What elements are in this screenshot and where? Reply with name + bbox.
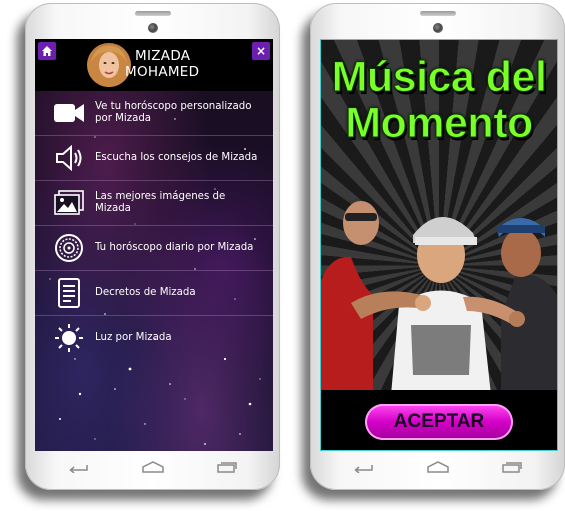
ad-bottom-bar: ACEPTAR: [321, 390, 557, 450]
menu-item-label: Las mejores imágenes de Mizada: [95, 191, 226, 214]
recents-icon: [217, 462, 237, 473]
back-button[interactable]: [65, 459, 91, 475]
sun-icon: [47, 316, 91, 360]
menu-item-label: Tu horóscopo diario por Mizada: [95, 242, 254, 253]
home-nav-button[interactable]: [140, 459, 166, 475]
document-icon: [47, 271, 91, 315]
artist-photo: [321, 198, 557, 395]
speaker-grille: [419, 11, 456, 16]
back-icon: [69, 465, 88, 473]
menu-item-audio-advice[interactable]: Escucha los consejos de Mizada: [35, 136, 273, 181]
menu-item-light[interactable]: Luz por Mizada: [35, 316, 273, 360]
home-outline-icon: [141, 461, 164, 473]
zodiac-wheel-icon: [47, 226, 91, 270]
brand-line-2: MOHAMED: [125, 64, 200, 80]
speaker-icon: [47, 136, 91, 180]
images-icon: [47, 181, 91, 225]
back-icon: [354, 465, 373, 473]
menu-item-label: Escucha los consejos de Mizada: [95, 152, 258, 163]
ad-title-line-1: Música del: [331, 53, 547, 101]
home-button[interactable]: [38, 42, 56, 60]
home-nav-button[interactable]: [425, 459, 451, 475]
app-header: MIZADA MOHAMED ×: [35, 39, 273, 91]
app-screen-left: MIZADA MOHAMED × Ve tu horóscopo persona…: [35, 39, 273, 451]
menu-item-decrees[interactable]: Decretos de Mizada: [35, 271, 273, 316]
home-icon: [42, 46, 52, 56]
accept-button[interactable]: ACEPTAR: [365, 404, 513, 440]
ad-screen-right: Música del Momento ACEPTAR: [320, 39, 558, 451]
menu-item-label: Ve tu horóscopo personalizado por Mizada: [95, 101, 252, 124]
menu-list: Ve tu horóscopo personalizado por Mizada…: [35, 91, 273, 360]
home-outline-icon: [426, 461, 449, 473]
android-nav-bar: [65, 458, 240, 476]
phone-right: Música del Momento ACEPTAR: [310, 3, 565, 490]
recents-button[interactable]: [214, 459, 240, 475]
phone-left: MIZADA MOHAMED × Ve tu horóscopo persona…: [25, 3, 280, 490]
menu-item-label: Luz por Mizada: [95, 332, 172, 343]
android-nav-bar: [350, 458, 525, 476]
recents-icon: [502, 462, 522, 473]
speaker-grille: [134, 11, 171, 16]
menu-item-video-horoscope[interactable]: Ve tu horóscopo personalizado por Mizada: [35, 91, 273, 136]
menu-item-daily-horoscope[interactable]: Tu horóscopo diario por Mizada: [35, 226, 273, 271]
front-camera: [432, 23, 443, 33]
ad-title: Música del Momento: [321, 53, 557, 147]
brand-name: MIZADA MOHAMED: [125, 48, 199, 80]
menu-item-label: Decretos de Mizada: [95, 287, 196, 298]
brand-line-1: MIZADA: [135, 48, 191, 64]
back-button[interactable]: [350, 459, 376, 475]
close-button[interactable]: ×: [252, 42, 270, 60]
video-camera-icon: [47, 91, 91, 135]
menu-item-images[interactable]: Las mejores imágenes de Mizada: [35, 181, 273, 226]
front-camera: [147, 23, 158, 33]
close-icon: ×: [255, 44, 267, 58]
ad-title-line-2: Momento: [345, 99, 534, 147]
recents-button[interactable]: [499, 459, 525, 475]
